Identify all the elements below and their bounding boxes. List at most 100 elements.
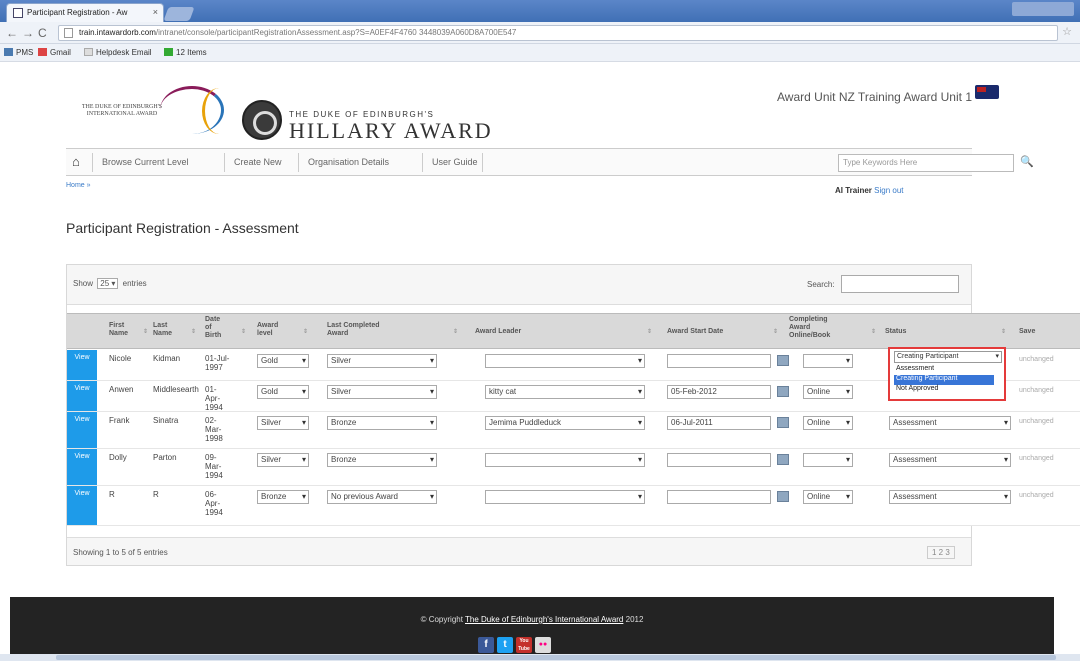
award-leader-select[interactable]: kitty cat ▾ — [485, 385, 645, 399]
calendar-icon[interactable] — [777, 355, 789, 366]
status-option-creating-participant[interactable]: Creating Participant — [894, 375, 994, 385]
pagination[interactable]: 1 2 3 — [927, 546, 955, 559]
menu-user-guide[interactable]: User Guide — [432, 157, 478, 167]
col-last-name[interactable]: Last Name — [153, 322, 183, 338]
col-date-of-birth[interactable]: Date of Birth — [205, 316, 227, 340]
col-award-level[interactable]: Award level — [257, 322, 291, 338]
status-select[interactable]: Assessment ▾ — [889, 416, 1011, 430]
forward-icon[interactable]: → — [22, 26, 34, 40]
breadcrumb[interactable]: Home » — [66, 182, 91, 189]
award-level-select[interactable]: Silver ▾ — [257, 453, 309, 467]
award-start-date-input[interactable] — [667, 490, 771, 504]
scrollbar-thumb[interactable] — [56, 655, 1056, 660]
award-start-date-input[interactable] — [667, 453, 771, 467]
sign-out-link[interactable]: Sign out — [874, 186, 903, 195]
col-completing-award[interactable]: Completing Award Online/Book — [789, 316, 837, 340]
status-select[interactable]: Assessment ▾ — [889, 453, 1011, 467]
dropdown-arrow-icon: ▾ — [429, 356, 434, 365]
col-save[interactable]: Save — [1019, 328, 1035, 336]
last-award-select[interactable]: Bronze ▾ — [327, 453, 437, 467]
completing-mode-select[interactable]: Online ▾ — [803, 490, 853, 504]
home-icon[interactable]: ⌂ — [72, 154, 80, 169]
view-button[interactable]: View — [67, 486, 97, 525]
award-leader-select[interactable]: ▾ — [485, 354, 645, 368]
last-award-select[interactable]: Silver ▾ — [327, 385, 437, 399]
last-award-select[interactable]: Bronze ▾ — [327, 416, 437, 430]
col-first-name[interactable]: First Name — [109, 322, 139, 338]
status-select[interactable]: Assessment ▾ — [889, 490, 1011, 504]
youtube-icon[interactable]: You Tube — [516, 637, 532, 653]
award-level-select[interactable]: Gold ▾ — [257, 385, 309, 399]
sort-icon[interactable]: ⇕ — [1001, 328, 1006, 335]
view-button[interactable]: View — [67, 449, 97, 485]
registration-table-panel: Show 25 ▾ entries Search: First Name Las… — [66, 264, 1080, 566]
twitter-icon[interactable]: t — [497, 637, 513, 653]
award-level-select[interactable]: Gold ▾ — [257, 354, 309, 368]
calendar-icon[interactable] — [777, 386, 789, 397]
award-leader-select[interactable]: ▾ — [485, 490, 645, 504]
sort-icon[interactable]: ⇕ — [453, 328, 458, 335]
window-controls[interactable] — [1012, 2, 1074, 16]
award-start-date-input[interactable]: 06-Jul-2011 — [667, 416, 771, 430]
copyright-link[interactable]: The Duke of Edinburgh's International Aw… — [465, 615, 623, 624]
keyword-search-input[interactable]: Type Keywords Here — [838, 154, 1014, 172]
sort-icon[interactable]: ⇕ — [773, 328, 778, 335]
search-icon[interactable]: 🔍 — [1020, 155, 1034, 168]
facebook-icon[interactable]: f — [478, 637, 494, 653]
col-award-start-date[interactable]: Award Start Date — [667, 328, 723, 336]
dropdown-arrow-icon: ▾ — [1003, 418, 1008, 427]
folder-icon — [164, 48, 173, 56]
new-tab-button[interactable] — [163, 7, 195, 21]
col-last-completed-award[interactable]: Last Completed Award — [327, 322, 399, 338]
page-size-select[interactable]: 25 ▾ — [97, 278, 119, 289]
page-favicon-icon — [13, 8, 23, 18]
calendar-icon[interactable] — [777, 491, 789, 502]
sort-icon[interactable]: ⇕ — [303, 328, 308, 335]
award-leader-select[interactable]: ▾ — [485, 453, 645, 467]
award-start-date-input[interactable] — [667, 354, 771, 368]
browser-titlebar: Participant Registration - Aw × — [0, 0, 1080, 22]
completing-mode-select[interactable]: Online ▾ — [803, 416, 853, 430]
completing-mode-select[interactable]: ▾ — [803, 453, 853, 467]
calendar-icon[interactable] — [777, 454, 789, 465]
sort-icon[interactable]: ⇕ — [143, 328, 148, 335]
menu-organisation-details[interactable]: Organisation Details — [308, 157, 389, 167]
completing-mode-select[interactable]: ▾ — [803, 354, 853, 368]
bookmark-gmail[interactable]: Gmail — [38, 48, 71, 57]
award-level-select[interactable]: Silver ▾ — [257, 416, 309, 430]
back-icon[interactable]: ← — [6, 26, 18, 40]
last-award-select[interactable]: No previous Award ▾ — [327, 490, 437, 504]
browser-tab[interactable]: Participant Registration - Aw × — [6, 3, 164, 22]
flickr-icon[interactable]: ●● — [535, 637, 551, 653]
reload-icon[interactable]: C — [38, 26, 47, 40]
menu-create-new[interactable]: Create New — [234, 157, 282, 167]
view-button[interactable]: View — [67, 381, 97, 411]
sort-icon[interactable]: ⇕ — [241, 328, 246, 335]
col-award-leader[interactable]: Award Leader — [475, 328, 521, 336]
completing-mode-select[interactable]: Online ▾ — [803, 385, 853, 399]
international-award-logo[interactable]: THE DUKE OF EDINBURGH'S INTERNATIONAL AW… — [72, 84, 234, 138]
award-level-select[interactable]: Bronze ▾ — [257, 490, 309, 504]
award-start-date-input[interactable]: 05-Feb-2012 — [667, 385, 771, 399]
tab-close-icon[interactable]: × — [153, 7, 158, 17]
status-dropdown-open[interactable]: Creating Participant ▾ Assessment Creatin… — [888, 347, 1006, 401]
menu-browse-current-level[interactable]: Browse Current Level — [102, 157, 189, 167]
calendar-icon[interactable] — [777, 417, 789, 428]
status-option-not-approved[interactable]: Not Approved — [894, 385, 994, 395]
address-bar[interactable]: train.intawardorb.com/intranet/console/p… — [58, 25, 1058, 41]
col-status[interactable]: Status — [885, 328, 906, 336]
view-button[interactable]: View — [67, 350, 97, 380]
table-search-input[interactable] — [841, 275, 959, 293]
status-option-assessment[interactable]: Assessment — [894, 365, 994, 375]
bookmark-helpdesk[interactable]: Helpdesk Email — [84, 48, 152, 57]
bookmark-pms[interactable]: PMS — [4, 48, 33, 57]
status-select[interactable]: Creating Participant ▾ — [894, 351, 1002, 363]
sort-icon[interactable]: ⇕ — [191, 328, 196, 335]
award-leader-select[interactable]: Jemima Puddleduck ▾ — [485, 416, 645, 430]
bookmark-12-items[interactable]: 12 Items — [164, 48, 207, 57]
bookmark-star-icon[interactable]: ☆ — [1062, 25, 1072, 38]
last-award-select[interactable]: Silver ▾ — [327, 354, 437, 368]
sort-icon[interactable]: ⇕ — [871, 328, 876, 335]
view-button[interactable]: View — [67, 412, 97, 448]
sort-icon[interactable]: ⇕ — [647, 328, 652, 335]
